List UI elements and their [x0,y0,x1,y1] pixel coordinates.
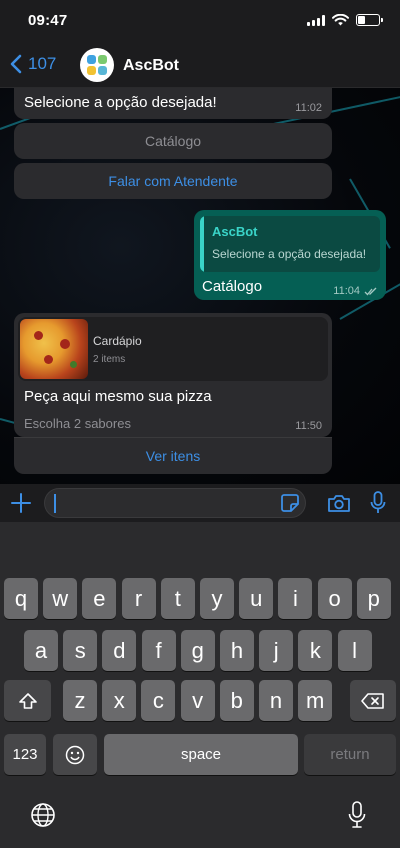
cellular-signal-icon [307,14,325,26]
chat-header: 107 AscBot [0,44,400,88]
read-receipt-icon [364,287,377,296]
key-q[interactable]: q [4,578,38,619]
key-b[interactable]: b [219,680,254,721]
key-g[interactable]: g [180,630,215,671]
chat-messages-area[interactable]: Selecione a opção desejada! 11:02 Catálo… [0,88,400,484]
key-r[interactable]: r [121,578,156,619]
emoji-icon [65,745,85,764]
wifi-icon [332,14,349,26]
key-n[interactable]: n [259,680,293,721]
chevron-left-icon [10,54,22,74]
catalog-title: Cardápio [93,334,142,348]
key-w[interactable]: w [43,578,78,619]
message-text: Selecione a opção desejada! [24,94,217,111]
backspace-key[interactable] [350,680,396,721]
plus-icon[interactable] [10,492,32,514]
return-key[interactable]: return [304,734,396,775]
pizza-image [20,319,88,379]
message-time: 11:04 [333,285,360,297]
quoted-message[interactable]: AscBot Selecione a opção desejada! [200,216,380,272]
chat-title[interactable]: AscBot [123,57,179,75]
key-z[interactable]: z [63,680,97,721]
quote-bar [200,216,204,272]
message-input[interactable] [44,488,306,518]
option-catalog-button[interactable]: Catálogo [14,123,332,159]
space-key[interactable]: space [104,734,298,775]
keyboard: qwertyuiop asdfghjkl zxcvbnm 123 space r… [0,522,400,848]
quote-text: Selecione a opção desejada! [212,247,367,261]
back-button[interactable]: 107 [10,54,56,74]
option-agent-button[interactable]: Falar com Atendente [14,163,332,199]
text-caret [54,494,56,513]
numbers-key[interactable]: 123 [4,734,46,775]
shift-key[interactable] [4,680,51,721]
catalog-message[interactable]: Cardápio 2 items Peça aqui mesmo sua piz… [14,313,332,437]
globe-icon[interactable] [30,802,56,828]
view-items-button[interactable]: Ver itens [14,438,332,474]
sticker-icon[interactable] [280,493,300,513]
message-text: Peça aqui mesmo sua pizza [24,388,212,405]
key-l[interactable]: l [337,630,372,671]
key-o[interactable]: o [317,578,352,619]
message-text: Catálogo [202,278,263,295]
key-c[interactable]: c [141,680,176,721]
key-x[interactable]: x [102,680,137,721]
message-footer: Escolha 2 sabores [24,416,131,431]
key-d[interactable]: d [102,630,137,671]
incoming-message[interactable]: Selecione a opção desejada! 11:02 [14,88,332,119]
dictation-icon[interactable] [348,801,366,829]
camera-icon[interactable] [327,493,351,513]
backspace-icon [361,692,384,709]
key-t[interactable]: t [160,578,195,619]
emoji-key[interactable] [53,734,97,775]
message-time: 11:50 [295,420,322,432]
status-bar: 09:47 [0,0,400,44]
key-u[interactable]: u [239,578,274,619]
key-k[interactable]: k [298,630,333,671]
avatar[interactable] [80,48,114,82]
quote-author: AscBot [212,224,258,239]
message-input-bar [0,484,400,522]
key-v[interactable]: v [180,680,215,721]
status-icons [307,14,383,26]
microphone-icon[interactable] [370,491,386,515]
unread-count: 107 [28,54,57,73]
key-i[interactable]: i [278,578,313,619]
key-f[interactable]: f [141,630,176,671]
key-a[interactable]: a [24,630,58,671]
key-h[interactable]: h [220,630,254,671]
key-m[interactable]: m [298,680,333,721]
shift-icon [18,692,37,709]
key-j[interactable]: j [259,630,294,671]
catalog-count: 2 items [93,354,126,365]
outgoing-message[interactable]: AscBot Selecione a opção desejada! Catál… [194,210,386,300]
key-y[interactable]: y [200,578,234,619]
key-p[interactable]: p [356,578,391,619]
key-e[interactable]: e [82,578,117,619]
status-time: 09:47 [28,12,68,29]
battery-icon [356,14,383,26]
key-s[interactable]: s [63,630,98,671]
catalog-card[interactable]: Cardápio 2 items [18,317,328,381]
message-time: 11:02 [295,102,322,114]
